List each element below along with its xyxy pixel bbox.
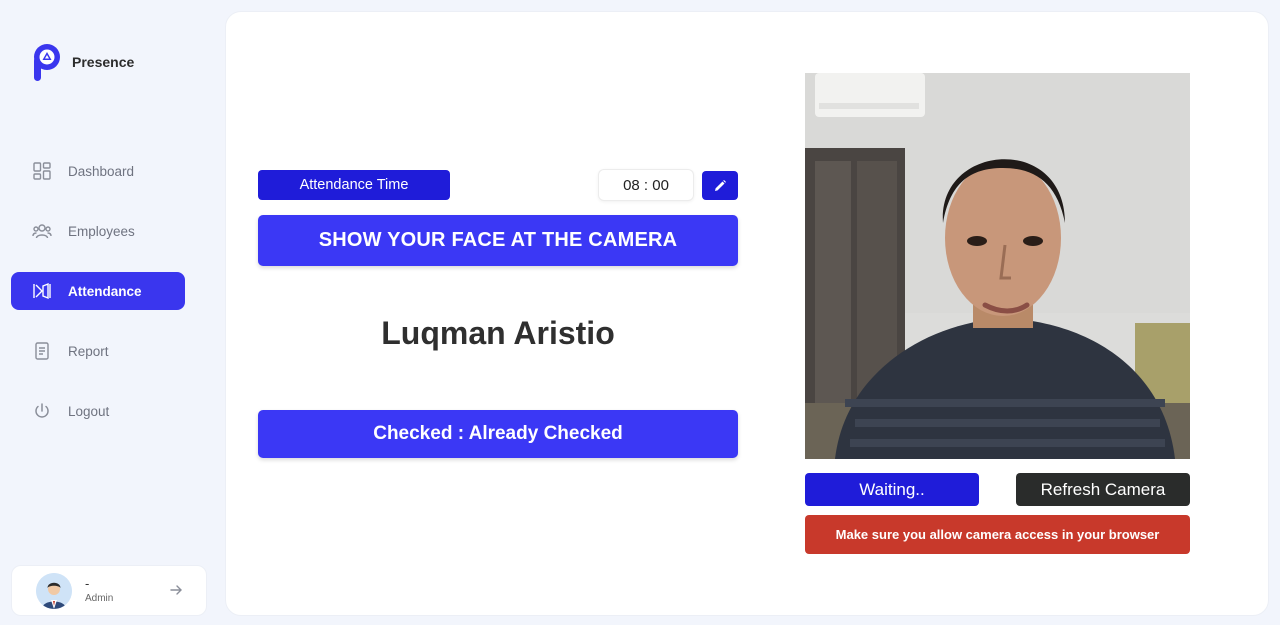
camera-feed [805,73,1190,459]
check-status-banner: Checked : Already Checked [258,410,738,458]
sidebar-item-attendance[interactable]: Attendance [11,272,185,310]
report-icon [31,340,53,362]
refresh-camera-button[interactable]: Refresh Camera [1016,473,1190,506]
sidebar-item-label: Employees [68,223,135,239]
power-icon [31,400,53,422]
face-instruction-banner: SHOW YOUR FACE AT THE CAMERA [258,215,738,266]
attendance-icon [31,280,53,302]
sidebar-item-label: Dashboard [68,163,135,179]
arrow-right-icon[interactable] [168,582,184,598]
waiting-status-button[interactable]: Waiting.. [805,473,979,506]
sidebar-item-report[interactable]: Report [11,332,185,370]
sidebar-item-dashboard[interactable]: Dashboard [11,152,185,190]
profile-role: Admin [85,593,114,604]
brand[interactable]: Presence [32,43,134,81]
sidebar-item-label: Attendance [68,283,142,299]
sidebar-item-label: Logout [68,403,110,419]
attendance-time-label: Attendance Time [258,170,450,200]
recognized-person-name: Luqman Aristio [381,315,615,351]
dashboard-icon [31,160,53,182]
users-icon [31,220,53,242]
presence-logo-icon [34,44,60,81]
sidebar: Presence Dashboard Employees Attendance … [0,0,225,625]
edit-time-button[interactable] [702,171,738,200]
avatar [36,572,72,609]
sidebar-nav: Dashboard Employees Attendance Report Lo… [11,152,185,452]
sidebar-item-label: Report [68,343,109,359]
profile-name: - [85,576,90,591]
attendance-time-value: 08 : 00 [598,169,694,201]
camera-permission-alert: Make sure you allow camera access in you… [805,515,1190,554]
sidebar-item-employees[interactable]: Employees [11,212,185,250]
user-profile-card[interactable]: - Admin [11,565,207,616]
main-panel: Attendance Time 08 : 00 SHOW YOUR FACE A… [225,11,1269,616]
pencil-icon [715,179,726,191]
brand-name: Presence [72,54,135,70]
sidebar-item-logout[interactable]: Logout [11,392,185,430]
